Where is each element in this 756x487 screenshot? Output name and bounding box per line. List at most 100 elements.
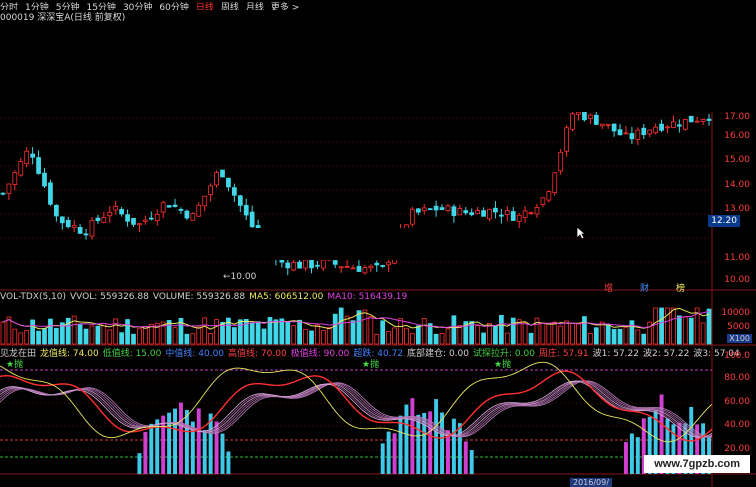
candle-body [107,211,113,217]
candle-body [386,261,391,266]
candle-body [297,261,302,269]
volume-bar [48,318,53,345]
volume-bar [671,307,676,345]
volume-bar [576,323,581,345]
volume-bar [570,322,575,345]
volume-bar [368,316,374,345]
candle-body [611,123,617,132]
volume-bar [421,318,427,345]
volume-bar [457,325,463,345]
volume-bar [504,332,510,345]
volume-bar [409,333,415,345]
candle-body [344,266,350,268]
volume-tick-label: 5000 [727,322,750,332]
legend-item: 龙值线: 74.00 [40,349,99,359]
indicator-bar [137,453,142,474]
volume-bar [635,329,641,345]
candle-body [576,111,581,115]
candle-body [237,195,243,206]
candle-body [202,195,208,207]
candle-body [552,172,558,194]
indicator-bar [226,451,231,474]
indicator-bar [220,433,225,474]
volume-bar [582,316,587,345]
candle-body [166,205,172,208]
volume-bar [196,326,202,345]
indicator-bar [202,430,207,474]
legend-item: MA10: 516439.19 [327,292,408,302]
indicator-bar [404,404,409,474]
info-marker[interactable]: 榜 [676,281,685,294]
candle-body [332,260,338,265]
candle-body [629,133,635,140]
candle-body [564,127,570,152]
indicator-bar [629,433,634,474]
volume-bar [653,307,659,345]
volume-bar [605,323,611,345]
candle-body [36,157,41,174]
volume-bar [202,317,208,345]
candle-body [226,177,231,188]
indicator-tick-label: 100.0 [724,351,750,361]
candle-body [688,115,694,123]
sell-marker: ★抛 [362,358,379,370]
price-tick-label: 17.00 [724,112,750,122]
volume-bar [356,310,362,345]
candle-body [635,129,641,140]
candle-body [427,208,433,211]
candle-body [475,210,480,215]
volume-bar [374,333,380,345]
current-price-tag: 12.20 [708,215,740,227]
indicator-tick-label: 60.00 [724,397,750,407]
candle-body [504,209,510,215]
candle-body [368,265,374,269]
volume-bar [208,332,214,345]
indicator-bar [451,418,456,474]
candle-body [54,204,59,217]
candle-body [623,132,629,135]
volume-bar [380,320,386,345]
candle-body [154,214,160,221]
sell-marker: ★抛 [6,358,23,370]
indicator-bar [196,408,201,474]
candle-body [214,172,219,186]
candle-body [172,204,178,207]
info-marker[interactable]: 财 [640,281,649,294]
candle-body [291,261,297,271]
candle-body [647,129,653,135]
volume-bar [344,315,350,345]
candle-body [599,123,605,127]
volume-bar [291,325,297,345]
candle-body [196,204,202,217]
indicator-bar [635,437,640,474]
candle-body [362,267,368,274]
volume-bar [558,325,564,345]
candle-body [77,226,83,234]
candle-body [421,207,427,212]
legend-item: 低值线: 15.00 [102,349,162,359]
candle-body [190,213,196,221]
candle-body [350,267,356,270]
volume-bar [95,325,101,345]
indicator-bar [434,399,439,474]
volume-bar [24,330,30,345]
volume-bar [42,328,47,345]
legend-item: 波1: 57.22 [592,349,639,359]
legend-item: VOLUME: 559326.88 [152,292,246,302]
volume-bar [142,325,148,345]
candle-body [184,210,190,219]
candle-body [700,119,706,122]
candle-body [243,204,249,216]
candle-body [528,212,534,214]
candle-body [522,210,528,218]
volume-bar [593,327,599,345]
volume-bar [184,333,190,345]
candle-body [487,208,492,220]
candle-body [12,171,18,185]
indicator-bar [624,442,628,474]
info-marker[interactable]: 增 [604,281,613,294]
volume-bar [273,319,279,345]
volume-bar [309,330,314,345]
candle-body [231,187,237,196]
volume-bar [641,333,647,345]
